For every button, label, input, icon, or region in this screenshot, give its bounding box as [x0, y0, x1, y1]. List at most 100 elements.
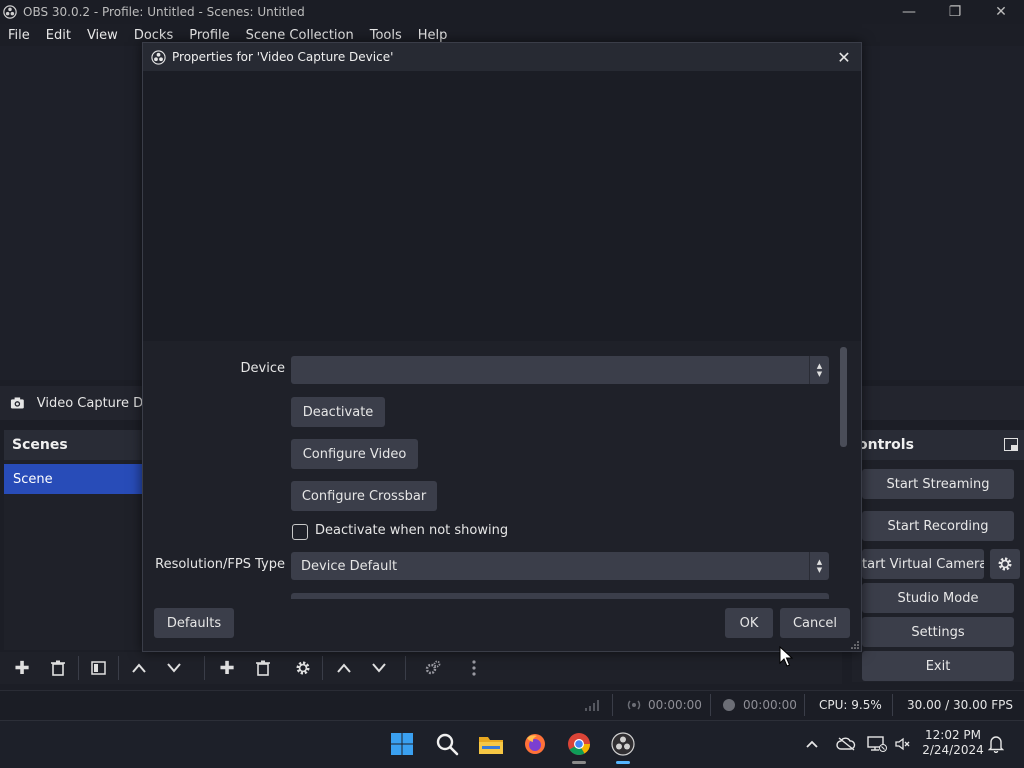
undock-icon[interactable] [1004, 438, 1018, 451]
status-separator [892, 694, 893, 716]
menu-docks[interactable]: Docks [126, 28, 181, 43]
deactivate-button[interactable]: Deactivate [291, 397, 385, 427]
ok-button[interactable]: OK [725, 608, 773, 638]
obs-icon[interactable] [607, 728, 639, 760]
taskbar-clock[interactable]: 12:02 PM 2/24/2024 [920, 728, 986, 758]
deactivate-when-not-showing-checkbox[interactable] [292, 524, 308, 540]
chrome-running-indicator [572, 761, 586, 764]
start-virtual-camera-button[interactable]: tart Virtual Camera [862, 549, 984, 579]
obs-logo-icon [3, 5, 17, 19]
status-separator [710, 694, 711, 716]
stream-time: 00:00:00 [648, 698, 702, 712]
move-scene-down-icon[interactable] [161, 656, 187, 680]
streaming-status: 00:00:00 [626, 690, 702, 720]
source-name: Video Capture De [36, 395, 142, 411]
menu-view[interactable]: View [79, 28, 126, 43]
menu-tools[interactable]: Tools [362, 28, 410, 43]
properties-scrollbar[interactable] [840, 347, 847, 447]
studio-mode-button[interactable]: Studio Mode [862, 583, 1014, 613]
obs-logo-icon [151, 49, 166, 65]
search-icon[interactable] [431, 728, 463, 760]
source-properties-icon[interactable] [290, 656, 316, 680]
menu-help[interactable]: Help [410, 28, 456, 43]
remove-source-icon[interactable] [250, 656, 276, 680]
source-toolbar: Video Capture De [0, 386, 142, 420]
dialog-title: Properties for 'Video Capture Device' [172, 50, 394, 64]
resolution-fps-type-select[interactable]: Device Default ▲ ▼ [291, 552, 829, 580]
close-icon[interactable]: ✕ [978, 0, 1024, 24]
device-label: Device [240, 361, 285, 376]
window-controls: — ❐ ✕ [886, 0, 1024, 24]
move-scene-up-icon[interactable] [126, 656, 152, 680]
resolution-fps-type-value: Device Default [301, 558, 398, 574]
toolbar-separator [322, 656, 323, 680]
close-icon[interactable]: ✕ [835, 48, 853, 67]
scene-filters-icon[interactable] [85, 656, 111, 680]
select-arrows-icon: ▲ ▼ [809, 356, 829, 384]
menu-scene-collection[interactable]: Scene Collection [238, 28, 362, 43]
scene-item[interactable]: Scene [4, 464, 142, 494]
scenes-list: Scene [4, 460, 142, 650]
virtual-camera-settings-button[interactable] [990, 549, 1020, 579]
network-disconnected-icon[interactable] [867, 730, 887, 758]
source-preview [143, 71, 861, 341]
start-recording-button[interactable]: Start Recording [862, 511, 1014, 541]
configure-crossbar-button[interactable]: Configure Crossbar [291, 481, 437, 511]
more-options-icon[interactable] [461, 656, 487, 680]
exit-button[interactable]: Exit [862, 651, 1014, 681]
minimize-icon[interactable]: — [886, 0, 932, 24]
scenes-dock-header: Scenes [4, 430, 142, 460]
window-title: OBS 30.0.2 - Profile: Untitled - Scenes:… [23, 5, 305, 19]
deactivate-when-not-showing-label: Deactivate when not showing [315, 523, 509, 538]
advanced-audio-properties-icon[interactable] [420, 656, 446, 680]
toolbar-separator [78, 656, 79, 680]
move-source-down-icon[interactable] [366, 656, 392, 680]
notification-bell-icon[interactable] [988, 730, 1004, 758]
title-bar: OBS 30.0.2 - Profile: Untitled - Scenes:… [0, 0, 1024, 24]
configure-video-button[interactable]: Configure Video [291, 439, 418, 469]
volume-muted-icon[interactable] [894, 730, 910, 758]
firefox-icon[interactable] [519, 728, 551, 760]
clock-date: 2/24/2024 [922, 743, 984, 757]
menu-file[interactable]: File [0, 28, 38, 43]
toolbar-separator [204, 656, 205, 680]
resolution-fps-type-label: Resolution/FPS Type [155, 557, 285, 572]
show-hidden-icons-chevron[interactable] [805, 730, 819, 758]
onedrive-offline-icon[interactable] [836, 730, 856, 758]
obs-active-indicator [616, 761, 630, 764]
move-source-up-icon[interactable] [331, 656, 357, 680]
next-property-field[interactable] [291, 593, 829, 599]
start-streaming-button[interactable]: Start Streaming [862, 469, 1014, 499]
add-source-icon[interactable]: ✚ [214, 656, 240, 680]
restore-icon[interactable]: ❐ [932, 0, 978, 24]
windows-start-icon[interactable] [386, 728, 418, 760]
recording-status: 00:00:00 [722, 690, 797, 720]
cancel-button[interactable]: Cancel [780, 608, 850, 638]
defaults-button[interactable]: Defaults [154, 608, 234, 638]
add-scene-icon[interactable]: ✚ [9, 656, 35, 680]
status-separator [612, 694, 613, 716]
menu-edit[interactable]: Edit [38, 28, 79, 43]
properties-dialog: Properties for 'Video Capture Device' ✕ … [142, 42, 862, 652]
device-select[interactable]: ▲ ▼ [291, 356, 829, 384]
menu-profile[interactable]: Profile [181, 28, 237, 43]
remove-scene-icon[interactable] [45, 656, 71, 680]
file-explorer-icon[interactable] [475, 728, 507, 760]
resize-grip-icon[interactable] [851, 641, 859, 649]
gear-icon [998, 557, 1012, 571]
controls-dock-title: ontrols [858, 437, 914, 453]
toolbar-separator [405, 656, 406, 680]
streaming-icon [627, 700, 641, 710]
toolbar-separator [118, 656, 119, 680]
chrome-icon[interactable] [563, 728, 595, 760]
settings-button[interactable]: Settings [862, 617, 1014, 647]
controls-dock: Start Streaming Start Recording tart Vir… [852, 460, 1024, 682]
network-signal-icon [584, 690, 600, 720]
select-arrows-icon: ▲ ▼ [809, 552, 829, 580]
record-time: 00:00:00 [743, 698, 797, 712]
source-toolbar-right [862, 386, 1024, 420]
controls-dock-header: ontrols [852, 430, 1024, 460]
clock-time: 12:02 PM [925, 728, 981, 742]
dialog-title-bar: Properties for 'Video Capture Device' [143, 43, 861, 71]
record-icon [723, 699, 735, 711]
